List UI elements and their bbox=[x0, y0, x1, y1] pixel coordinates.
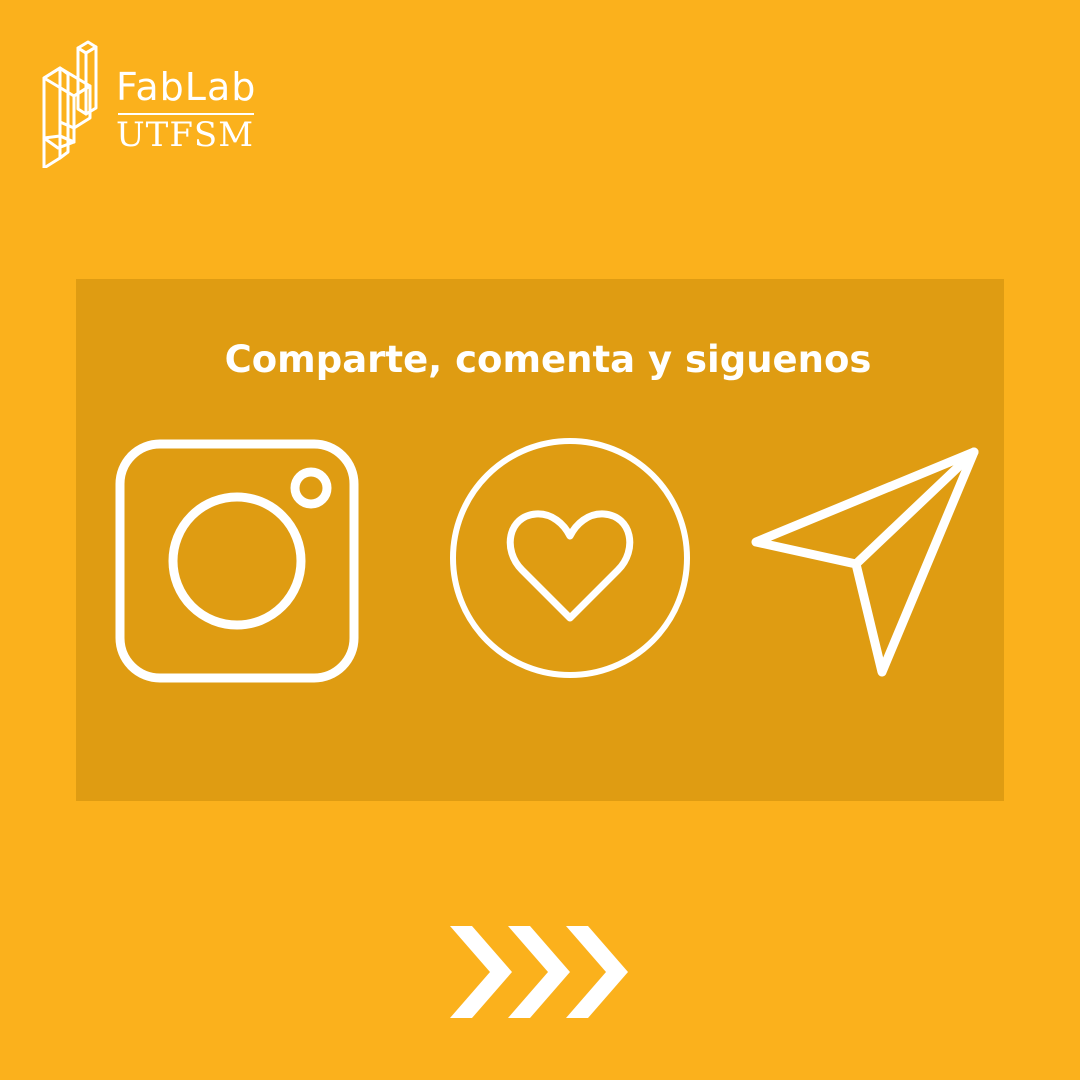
brand-logo: FabLab UTFSM bbox=[38, 38, 268, 168]
logo-text-utfsm: UTFSM bbox=[116, 115, 255, 155]
logo-text-fablab: FabLab bbox=[116, 65, 257, 109]
send-icon[interactable] bbox=[746, 444, 986, 684]
triple-chevron-right-icon[interactable] bbox=[450, 924, 632, 1020]
heart-icon[interactable] bbox=[448, 436, 694, 682]
panel-heading: Comparte, comenta y siguenos bbox=[224, 338, 872, 381]
fablab-logo-icon bbox=[42, 40, 98, 168]
instagram-icon[interactable] bbox=[114, 438, 360, 684]
